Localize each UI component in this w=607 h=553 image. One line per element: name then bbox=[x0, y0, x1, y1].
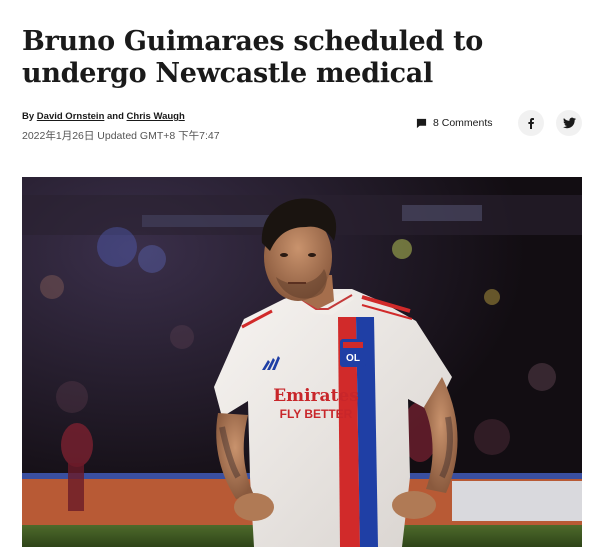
publish-date: 2022年1月26日 Updated GMT+8 下午7:47 bbox=[22, 130, 220, 142]
facebook-icon bbox=[528, 118, 534, 129]
comments-count: 8 Comments bbox=[433, 117, 493, 129]
facebook-share-button[interactable] bbox=[518, 110, 544, 136]
author-link-2[interactable]: Chris Waugh bbox=[127, 111, 185, 122]
comment-icon bbox=[416, 118, 427, 128]
byline: By David Ornstein and Chris Waugh bbox=[22, 111, 185, 122]
club-badge-text: OL bbox=[346, 353, 360, 364]
author-link-1[interactable]: David Ornstein bbox=[37, 111, 105, 122]
byline-conjunction: and bbox=[107, 111, 124, 122]
shirt-tagline-text: FLY BETTER bbox=[280, 407, 353, 421]
twitter-icon bbox=[562, 117, 576, 129]
shirt-sponsor-text: Emirates bbox=[273, 386, 359, 406]
article-headline: Bruno Guimaraes scheduled to undergo New… bbox=[22, 26, 483, 89]
hero-image: OL Emirates FLY BETTER bbox=[22, 177, 582, 547]
hero-photo: OL Emirates FLY BETTER bbox=[22, 177, 582, 547]
byline-prefix: By bbox=[22, 111, 35, 122]
comments-button[interactable]: 8 Comments bbox=[416, 117, 493, 129]
twitter-share-button[interactable] bbox=[556, 110, 582, 136]
